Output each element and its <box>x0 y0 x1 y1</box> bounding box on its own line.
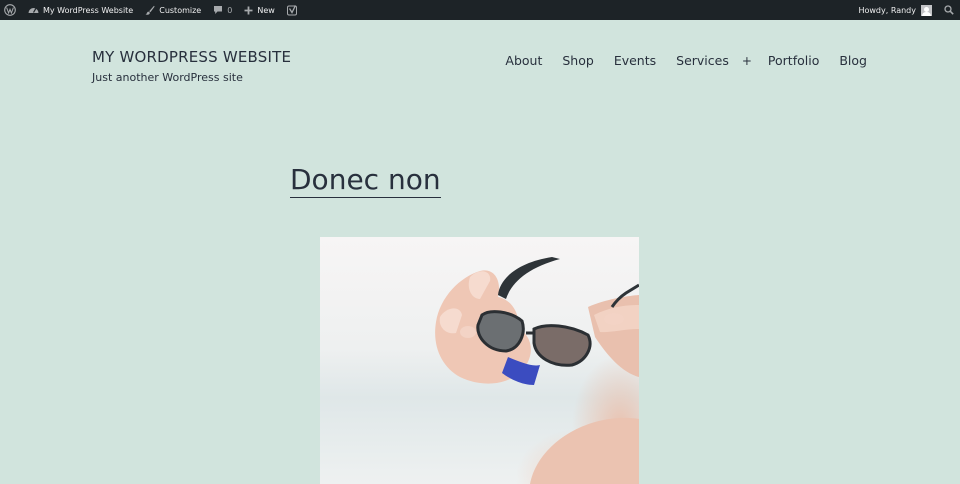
yoast-icon <box>286 4 298 16</box>
new-label: New <box>257 5 275 15</box>
site-description: Just another WordPress site <box>92 71 243 84</box>
comment-icon <box>213 5 223 15</box>
yoast-menu[interactable] <box>281 0 304 20</box>
nav-item-portfolio[interactable]: Portfolio <box>768 53 819 68</box>
comments-count: 0 <box>227 5 233 15</box>
nav-item-events[interactable]: Events <box>614 53 656 68</box>
account-menu[interactable]: Howdy, Randy <box>852 0 938 20</box>
admin-search[interactable] <box>938 0 960 20</box>
services-submenu-toggle[interactable]: + <box>742 54 752 68</box>
site-name-label: My WordPress Website <box>43 5 134 15</box>
plus-icon <box>244 6 253 15</box>
featured-image <box>320 237 639 484</box>
customize-link[interactable]: Customize <box>139 0 207 20</box>
greeting-label: Howdy, Randy <box>858 5 916 15</box>
wordpress-logo-icon <box>4 4 16 16</box>
comments-link[interactable]: 0 <box>207 0 238 20</box>
site-name-link[interactable]: My WordPress Website <box>22 0 139 20</box>
post-title[interactable]: Donec non <box>290 163 441 198</box>
admin-bar: My WordPress Website Customize 0 New How… <box>0 0 960 20</box>
sunglasses-photo <box>435 257 639 484</box>
user-avatar <box>921 4 932 16</box>
customize-label: Customize <box>159 5 202 15</box>
search-icon <box>944 5 954 15</box>
new-content-menu[interactable]: New <box>238 0 280 20</box>
brush-icon <box>145 5 155 15</box>
nav-item-services[interactable]: Services <box>676 53 729 68</box>
site-title[interactable]: MY WORDPRESS WEBSITE <box>92 48 291 66</box>
nav-item-about[interactable]: About <box>505 53 542 68</box>
primary-menu: About Shop Events Services + Portfolio B… <box>505 53 867 68</box>
wordpress-menu[interactable] <box>0 0 22 20</box>
admin-bar-right: Howdy, Randy <box>852 0 960 20</box>
admin-bar-left: My WordPress Website Customize 0 New <box>0 0 304 20</box>
nav-item-shop[interactable]: Shop <box>562 53 593 68</box>
nav-item-blog[interactable]: Blog <box>839 53 867 68</box>
dashboard-icon <box>28 5 39 15</box>
